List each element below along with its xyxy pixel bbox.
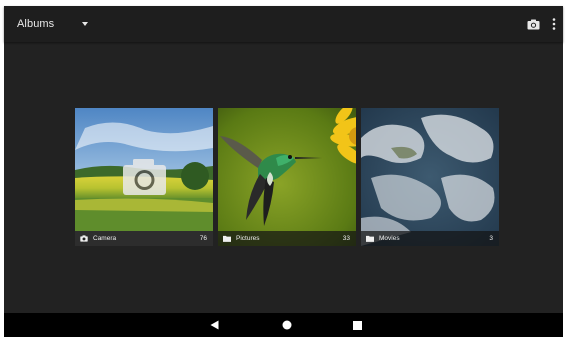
overflow-menu-button[interactable] [544, 14, 564, 34]
album-name: Camera [93, 235, 117, 242]
album-count: 3 [489, 235, 493, 242]
back-icon [210, 320, 218, 330]
pictures-album-thumbnail [218, 108, 356, 246]
overflow-menu-icon [552, 18, 556, 30]
album-caption: Pictures 33 [218, 231, 356, 246]
dropdown-caret-icon [82, 22, 89, 26]
folder-icon [365, 234, 375, 244]
camera-icon [527, 19, 539, 29]
recents-icon [352, 320, 362, 330]
album-tile-movies[interactable]: Movies 3 [361, 108, 499, 246]
system-navigation-bar [4, 313, 563, 337]
camera-icon [79, 234, 89, 244]
camera-album-thumbnail [75, 108, 213, 246]
device-screen: Albums Camera 76 Pictures 33 Movies 3 [4, 6, 563, 337]
movies-album-thumbnail [361, 108, 499, 246]
album-caption: Movies 3 [361, 231, 499, 246]
nav-back-button[interactable] [206, 317, 222, 333]
album-tile-camera[interactable]: Camera 76 [75, 108, 213, 246]
album-tile-pictures[interactable]: Pictures 33 [218, 108, 356, 246]
camera-button[interactable] [523, 14, 543, 34]
albums-dropdown-label: Albums [17, 18, 55, 30]
album-grid: Camera 76 Pictures 33 Movies 3 [4, 42, 563, 313]
album-name: Movies [379, 235, 400, 242]
app-bar: Albums [4, 6, 563, 42]
home-icon [282, 320, 292, 330]
album-caption: Camera 76 [75, 231, 213, 246]
albums-dropdown[interactable]: Albums [17, 12, 89, 36]
album-name: Pictures [236, 235, 260, 242]
album-count: 33 [342, 235, 350, 242]
nav-recents-button[interactable] [349, 317, 365, 333]
nav-home-button[interactable] [279, 317, 295, 333]
album-count: 76 [199, 235, 207, 242]
folder-icon [222, 234, 232, 244]
